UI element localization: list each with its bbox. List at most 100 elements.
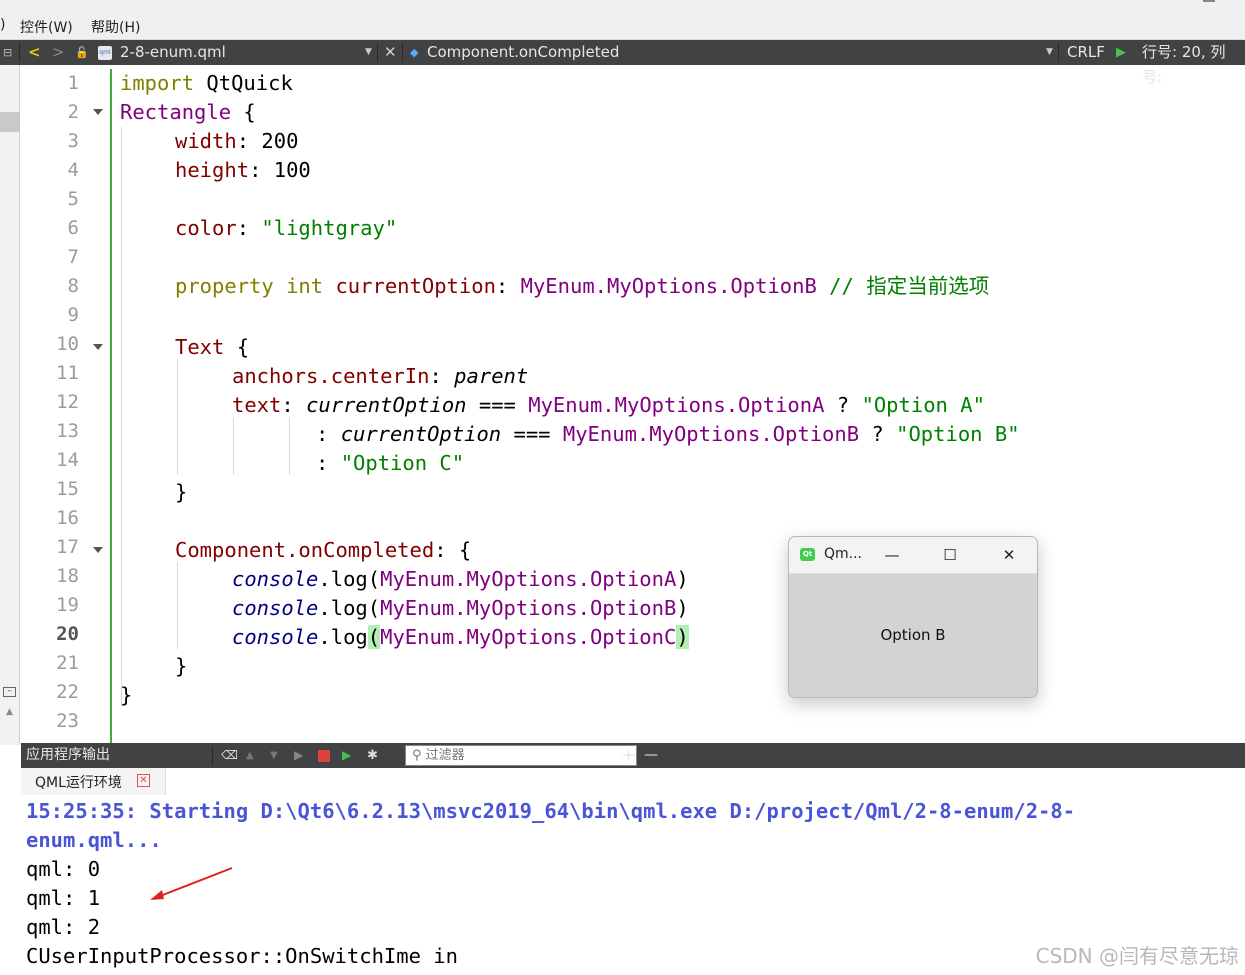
- line-number: 18: [56, 565, 79, 587]
- output-line: qml: 2: [26, 915, 101, 939]
- line-number: 7: [67, 246, 79, 268]
- symbol-dropdown-icon[interactable]: ▼: [1046, 40, 1053, 65]
- tab-label: QML运行环境: [35, 775, 122, 791]
- line-number: 21: [56, 652, 79, 674]
- cursor-position: 行号: 20, 列号:: [1142, 43, 1226, 86]
- sidebar-selected-item[interactable]: [0, 112, 20, 132]
- left-sidebar: – ▲: [0, 65, 20, 745]
- file-name[interactable]: 2-8-enum.qml: [120, 40, 226, 65]
- lock-icon[interactable]: 🔓: [75, 40, 89, 65]
- split-icon[interactable]: ⊟: [3, 40, 12, 65]
- line-number: 13: [56, 420, 79, 442]
- code-line-20: console.log(MyEnum.MyOptions.OptionC): [232, 625, 689, 649]
- nav-forward-icon[interactable]: >: [52, 40, 65, 65]
- output-pane-header: 应用程序输出 ⌫ ▲ ▼ ▶ ▶ ✱ ⚲ 过滤器 + —: [21, 743, 1245, 768]
- code-line-13: : currentOption === MyEnum.MyOptions.Opt…: [316, 422, 1020, 446]
- window-control-icon[interactable]: [1203, 0, 1215, 2]
- collapse-icon[interactable]: –: [3, 687, 16, 697]
- file-dropdown-icon[interactable]: ▼: [365, 40, 372, 65]
- code-line-3: width: 200: [175, 129, 299, 153]
- run-icon[interactable]: ▶: [1116, 40, 1126, 65]
- symbol-selector[interactable]: Component.onCompleted: [427, 40, 619, 65]
- line-number: 19: [56, 594, 79, 616]
- code-line-2: Rectangle {: [120, 100, 256, 124]
- tab-close-icon[interactable]: ✕: [137, 774, 150, 787]
- menu-bar: ) 控件(W) 帮助(H): [0, 0, 1245, 40]
- output-tab-bar: QML运行环境 ✕: [0, 768, 1245, 795]
- fold-arrow-icon[interactable]: [93, 344, 103, 350]
- code-line-14: : "Option C": [316, 451, 465, 475]
- symbol-icon: ◆: [410, 46, 419, 59]
- code-line-19: console.log(MyEnum.MyOptions.OptionB): [232, 596, 689, 620]
- annotation-arrow: [150, 867, 233, 900]
- code-line-11: anchors.centerIn: parent: [232, 364, 529, 388]
- code-line-10: Text {: [175, 335, 250, 359]
- debug-icon[interactable]: ▶: [342, 743, 351, 768]
- maximize-icon[interactable]: ☐: [935, 543, 965, 567]
- scroll-up-icon[interactable]: ▲: [6, 707, 13, 717]
- editor-toolbar: ⊟ < > 🔓 qml 2-8-enum.qml ▼ ✕ ◆ Component…: [0, 40, 1245, 86]
- line-ending[interactable]: CRLF: [1067, 40, 1105, 65]
- line-number: 15: [56, 478, 79, 500]
- line-number: 10: [56, 333, 79, 355]
- code-line-15: }: [175, 480, 188, 504]
- filter-input[interactable]: ⚲ 过滤器: [405, 745, 637, 766]
- output-pane-title: 应用程序输出: [26, 747, 110, 763]
- nav-back-icon[interactable]: <: [28, 40, 41, 65]
- line-number: 22: [56, 681, 79, 703]
- line-number: 4: [67, 159, 79, 181]
- fold-arrow-icon[interactable]: [93, 547, 103, 553]
- qml-preview-window[interactable]: Qt Qm... — ☐ ✕ Option B: [788, 536, 1038, 698]
- line-number: 16: [56, 507, 79, 529]
- output-line: qml: 1: [26, 886, 101, 910]
- close-icon[interactable]: ✕: [994, 543, 1024, 567]
- menu-item-widgets[interactable]: 控件(W): [20, 17, 73, 37]
- line-number: 12: [56, 391, 79, 413]
- filter-placeholder: 过滤器: [425, 748, 465, 763]
- minimize-icon[interactable]: —: [877, 543, 907, 567]
- tab-qml-runtime[interactable]: QML运行环境 ✕: [21, 768, 166, 795]
- code-line-1: import QtQuick: [120, 71, 293, 95]
- run-again-icon[interactable]: ▶: [294, 743, 303, 768]
- qml-file-icon: qml: [98, 46, 112, 60]
- add-output-button[interactable]: +: [621, 743, 636, 768]
- scroll-up-icon[interactable]: ▲: [246, 743, 254, 768]
- menu-item-partial[interactable]: ): [0, 17, 5, 33]
- line-number: 1: [67, 72, 79, 94]
- line-number: 9: [67, 304, 79, 326]
- close-file-icon[interactable]: ✕: [384, 40, 397, 65]
- code-line-22: }: [120, 683, 133, 707]
- line-number: 14: [56, 449, 79, 471]
- menu-item-help[interactable]: 帮助(H): [91, 17, 140, 37]
- window-titlebar[interactable]: Qt Qm... — ☐ ✕: [789, 537, 1037, 574]
- code-line-12: text: currentOption === MyEnum.MyOptions…: [232, 393, 985, 417]
- output-line: CUserInputProcessor::OnSwitchIme in: [26, 944, 458, 968]
- clear-output-icon[interactable]: ⌫: [221, 743, 238, 768]
- scroll-down-icon[interactable]: ▼: [270, 743, 278, 768]
- line-number: 6: [67, 217, 79, 239]
- output-line: qml: 0: [26, 857, 101, 881]
- option-text: Option B: [880, 626, 946, 644]
- output-line: 15:25:35: Starting D:\Qt6\6.2.13\msvc201…: [26, 799, 1076, 823]
- code-line-8: property int currentOption: MyEnum.MyOpt…: [175, 274, 990, 298]
- fold-arrow-icon[interactable]: [93, 109, 103, 115]
- line-number: 17: [56, 536, 79, 558]
- remove-output-button[interactable]: —: [644, 743, 658, 768]
- line-number: 5: [67, 188, 79, 210]
- qt-logo-icon: Qt: [800, 548, 815, 561]
- code-line-6: color: "lightgray": [175, 216, 398, 240]
- output-line: enum.qml...: [26, 828, 162, 852]
- code-line-18: console.log(MyEnum.MyOptions.OptionA): [232, 567, 689, 591]
- line-number: 20: [56, 623, 79, 645]
- window-title: Qm...: [824, 546, 863, 562]
- watermark: CSDN @闫有尽意无琼: [1035, 944, 1239, 968]
- line-number: 8: [67, 275, 79, 297]
- settings-icon[interactable]: ✱: [367, 743, 378, 768]
- modification-marker: [110, 69, 112, 743]
- stop-icon[interactable]: [318, 750, 330, 762]
- window-content: Option B: [789, 574, 1037, 697]
- fold-column: [87, 69, 109, 743]
- code-line-4: height: 100: [175, 158, 311, 182]
- line-number: 23: [56, 710, 79, 732]
- code-line-17: Component.onCompleted: {: [175, 538, 472, 562]
